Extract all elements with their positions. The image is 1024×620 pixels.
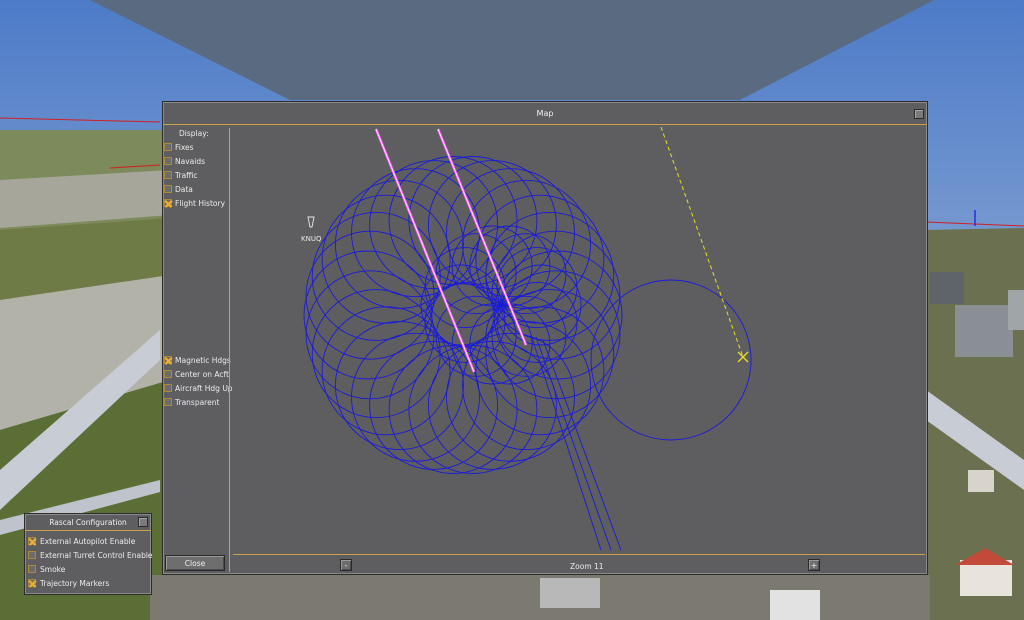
rascal-title-bar[interactable]: Rascal Configuration (25, 514, 151, 531)
magnetic-hdgs-label: Magnetic Hdgs (175, 356, 231, 365)
aircraft-hdg-up-checkbox[interactable] (164, 384, 172, 392)
smoke-checkbox[interactable] (28, 565, 36, 573)
navaids-checkbox[interactable] (164, 157, 172, 165)
external-turret-label: External Turret Control Enable (40, 551, 153, 560)
track-departure-line (535, 336, 612, 551)
rascal-configuration-dialog: Rascal Configuration External Autopilot … (24, 513, 153, 595)
rascal-window-toggle-button[interactable] (138, 517, 148, 527)
track-loop (351, 168, 480, 298)
zoom-level-label: Zoom 11 (570, 562, 604, 571)
track-inner-loop (424, 247, 506, 329)
center-on-acft-label: Center on Acft (175, 370, 229, 379)
data-label: Data (175, 185, 193, 194)
aircraft-heading-line (660, 126, 744, 358)
aircraft-hdg-up-label: Aircraft Hdg Up (175, 384, 233, 393)
flight-history-checkbox[interactable] (164, 199, 172, 207)
center-on-acft-checkbox[interactable] (164, 370, 172, 378)
track-loop (446, 168, 575, 298)
map-title-bar[interactable]: Map (163, 102, 927, 125)
smoke-label: Smoke (40, 565, 66, 574)
runway-line-left-center (375, 128, 475, 373)
magnetic-hdgs-checkbox[interactable] (164, 356, 172, 364)
navaids-label: Navaids (175, 157, 205, 166)
rascal-title: Rascal Configuration (49, 517, 127, 527)
track-departure-line (530, 334, 602, 551)
external-autopilot-label: External Autopilot Enable (40, 537, 136, 546)
fixes-label: Fixes (175, 143, 194, 152)
data-checkbox[interactable] (164, 185, 172, 193)
track-loop (351, 332, 480, 462)
airport-icon (307, 216, 315, 228)
traffic-checkbox[interactable] (164, 171, 172, 179)
zoom-in-button[interactable]: + (808, 559, 820, 571)
map-title: Map (536, 108, 554, 118)
map-canvas[interactable]: KNUQ (231, 125, 925, 555)
track-inner-loop (496, 247, 578, 329)
track-loop (462, 321, 592, 451)
trajectory-markers-checkbox[interactable] (28, 579, 36, 587)
track-loop (334, 179, 464, 309)
fixes-checkbox[interactable] (164, 143, 172, 151)
track-inner-loop (451, 303, 533, 385)
map-dialog: Map Display: Fixes Navaids Traffic Data … (162, 101, 928, 575)
external-autopilot-checkbox[interactable] (28, 537, 36, 545)
airport-label: KNUQ (301, 235, 322, 243)
flight-history-label: Flight History (175, 199, 226, 208)
external-turret-checkbox[interactable] (28, 551, 36, 559)
sidebar-divider (229, 128, 230, 572)
display-label: Display: (179, 129, 209, 138)
close-button[interactable]: Close (165, 555, 225, 571)
track-inner-loop (500, 264, 582, 346)
transparent-label: Transparent (175, 398, 220, 407)
map-window-toggle-button[interactable] (914, 109, 924, 119)
zoom-out-button[interactable]: - (340, 559, 352, 571)
track-departure-line (542, 339, 622, 551)
trajectory-markers-label: Trajectory Markers (40, 579, 110, 588)
track-loop (334, 321, 464, 451)
map-sidebar: Display: Fixes Navaids Traffic Data Flig… (163, 125, 233, 574)
track-loop (462, 179, 592, 309)
map-bottom-divider (233, 554, 925, 555)
traffic-label: Traffic (175, 171, 198, 180)
transparent-checkbox[interactable] (164, 398, 172, 406)
flight-history-track (303, 156, 752, 551)
aircraft-icon (737, 351, 749, 363)
